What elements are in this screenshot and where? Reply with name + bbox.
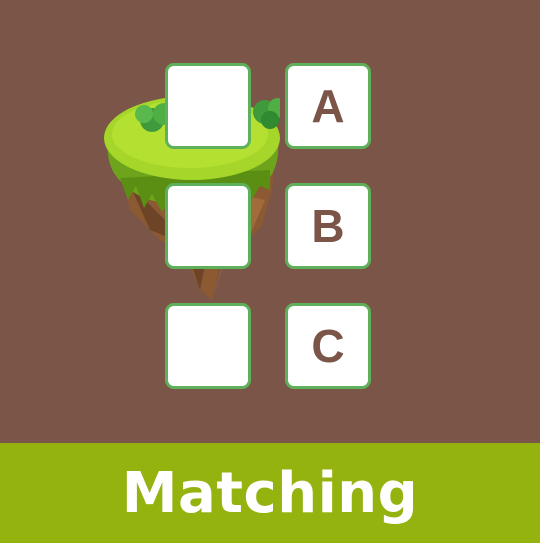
game-board: A B C: [0, 0, 540, 443]
left-tile-1[interactable]: [165, 63, 251, 149]
left-tile-2[interactable]: [165, 183, 251, 269]
title-banner: Matching: [0, 443, 540, 543]
right-tile-c[interactable]: C: [285, 303, 371, 389]
tile-letter: A: [311, 80, 345, 132]
tile-letter: C: [311, 320, 345, 372]
right-tile-a[interactable]: A: [285, 63, 371, 149]
left-tile-3[interactable]: [165, 303, 251, 389]
game-title: Matching: [121, 460, 419, 526]
right-tile-b[interactable]: B: [285, 183, 371, 269]
tile-letter: B: [311, 200, 345, 252]
